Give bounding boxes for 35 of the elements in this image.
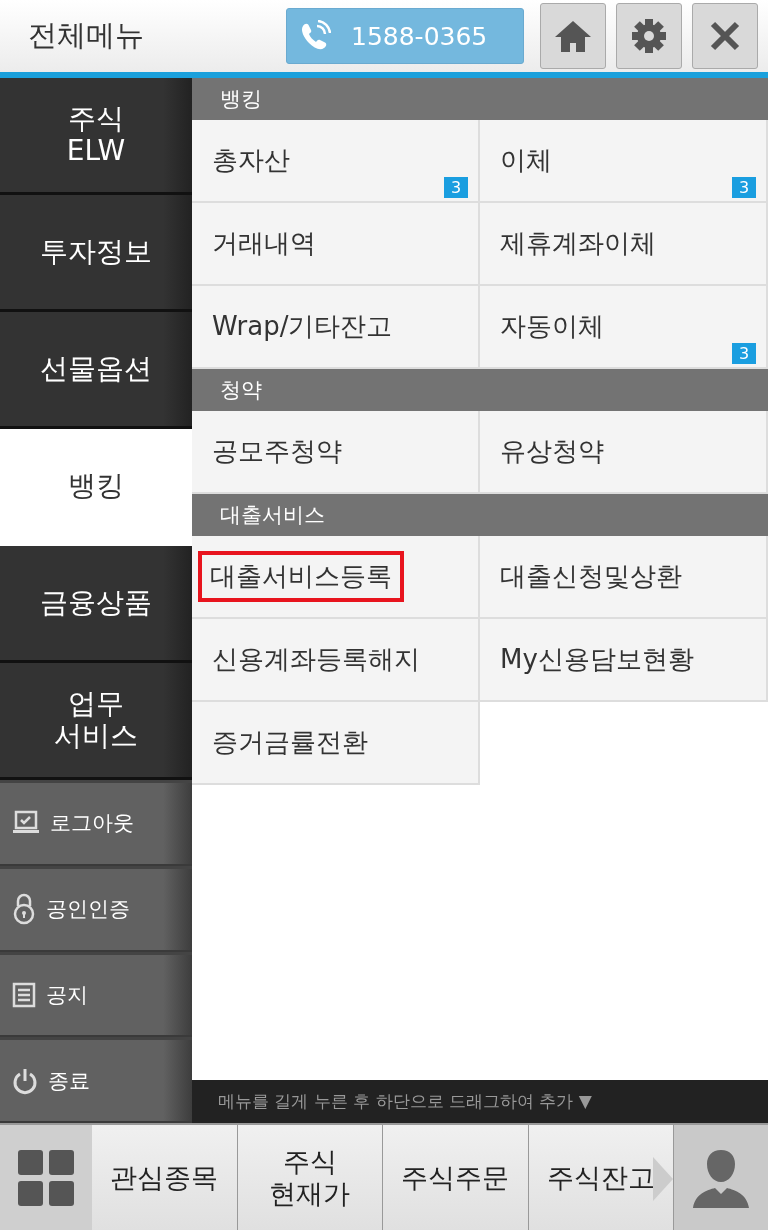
sidebar-item[interactable]: 로그아웃 bbox=[0, 780, 192, 866]
menu-item[interactable]: 공모주청약 bbox=[192, 411, 480, 494]
menu-item[interactable]: 총자산 3 bbox=[192, 120, 480, 203]
category-tab[interactable]: 금융상품 bbox=[0, 546, 192, 663]
menu-item[interactable]: My신용담보현황 bbox=[480, 619, 768, 702]
category-tab[interactable]: 업무 서비스 bbox=[0, 663, 192, 780]
sidebar-item[interactable]: 공인인증 bbox=[0, 865, 192, 952]
sidebar-item[interactable]: 종료 bbox=[0, 1037, 192, 1123]
menu-title: 전체메뉴 bbox=[28, 17, 145, 54]
hint-text: 메뉴를 길게 누른 후 하단으로 드래그하여 추가 ▼ bbox=[192, 1080, 768, 1123]
category-tab[interactable]: 뱅킹 bbox=[0, 429, 192, 546]
menu-item[interactable]: 증거금률전환 bbox=[192, 702, 480, 785]
section-header: 대출서비스 bbox=[192, 494, 768, 536]
shortcut-button[interactable]: 주식잔고 bbox=[528, 1125, 674, 1230]
menu-item[interactable]: 거래내역 bbox=[192, 203, 480, 286]
section-header: 뱅킹 bbox=[192, 78, 768, 120]
shortcut-button[interactable]: 관심종목 bbox=[92, 1125, 238, 1230]
sidebar-item[interactable]: 공지 bbox=[0, 951, 192, 1038]
menu-item[interactable]: 신용계좌등록해지 bbox=[192, 619, 480, 702]
category-tab[interactable]: 투자정보 bbox=[0, 195, 192, 312]
count-badge: 3 bbox=[444, 177, 468, 198]
menu-item[interactable]: 제휴계좌이체 bbox=[480, 203, 768, 286]
count-badge: 3 bbox=[732, 177, 756, 198]
category-tab[interactable]: 선물옵션 bbox=[0, 312, 192, 429]
section-header: 청약 bbox=[192, 369, 768, 411]
menu-item[interactable]: Wrap/기타잔고 bbox=[192, 286, 480, 369]
shortcut-button[interactable]: 주식주문 bbox=[383, 1125, 529, 1230]
count-badge: 3 bbox=[732, 343, 756, 364]
menu-item[interactable]: 자동이체 3 bbox=[480, 286, 768, 369]
menu-item[interactable]: 유상청약 bbox=[480, 411, 768, 494]
menu-item[interactable]: 이체 3 bbox=[480, 120, 768, 203]
menu-item[interactable]: 대출신청및상환 bbox=[480, 536, 768, 619]
shortcut-button[interactable]: 주식 현재가 bbox=[237, 1125, 383, 1230]
category-tab[interactable]: 주식 ELW bbox=[0, 78, 192, 195]
menu-item[interactable]: 대출서비스등록 bbox=[192, 536, 480, 619]
